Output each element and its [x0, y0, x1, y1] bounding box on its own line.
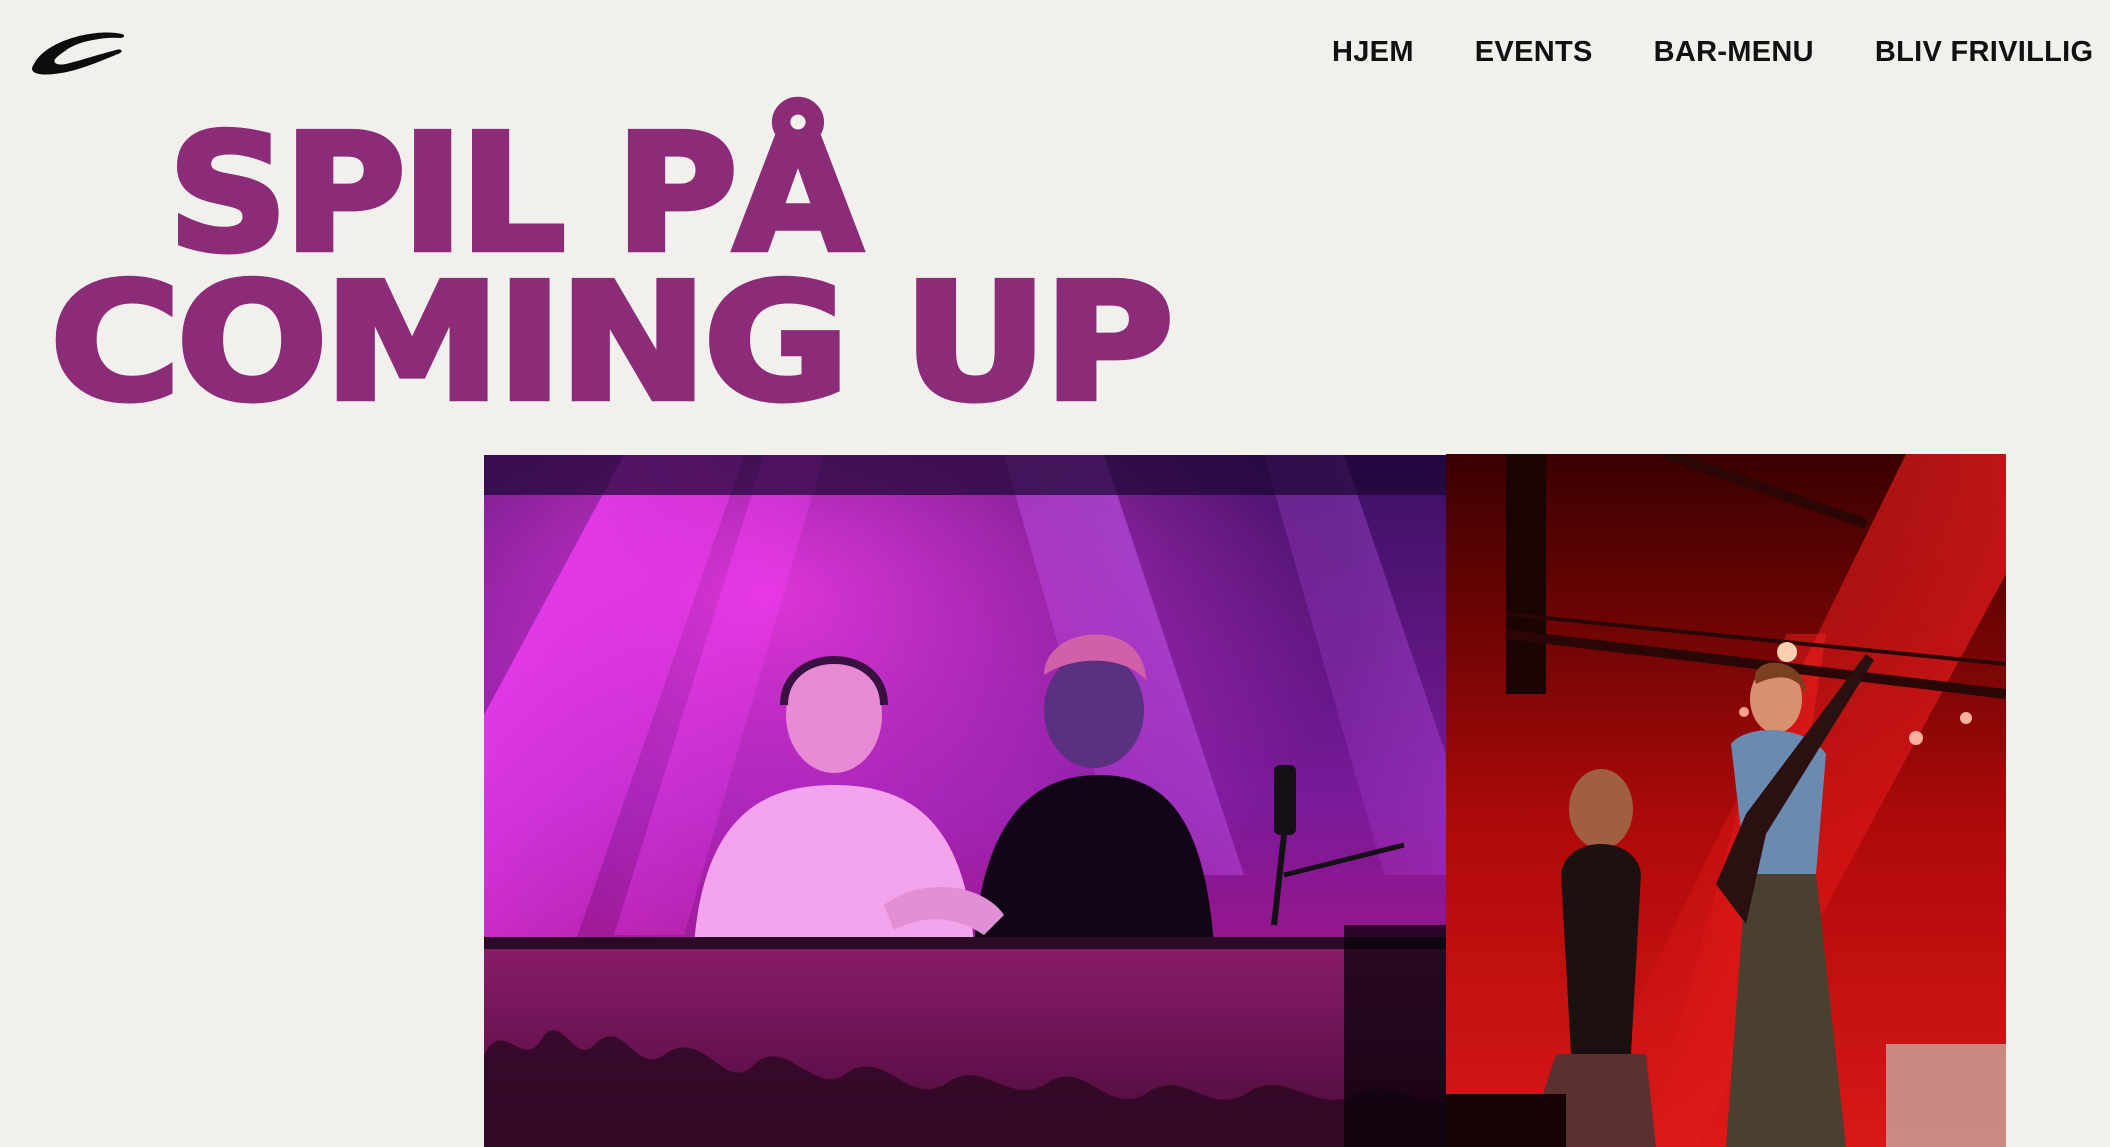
coming-up-logo-icon[interactable]	[26, 20, 130, 80]
hero-title-line-2: COMING UP	[47, 248, 1177, 437]
nav-item-hjem[interactable]: HJEM	[1332, 36, 1414, 69]
band-photo	[1446, 454, 2006, 1147]
dj-duo-photo	[484, 455, 1446, 1147]
page: HJEM EVENTS BAR-MENU BLIV FRIVILLIG SPIL…	[0, 0, 2110, 1147]
nav-item-bliv-frivillig[interactable]: BLIV FRIVILLIG	[1875, 36, 2093, 69]
nav-item-bar-menu[interactable]: BAR-MENU	[1654, 36, 1814, 69]
nav-item-events[interactable]: EVENTS	[1475, 36, 1593, 69]
logo-swoosh-icon	[32, 32, 125, 75]
main-nav: HJEM EVENTS BAR-MENU BLIV FRIVILLIG	[1332, 32, 2110, 72]
